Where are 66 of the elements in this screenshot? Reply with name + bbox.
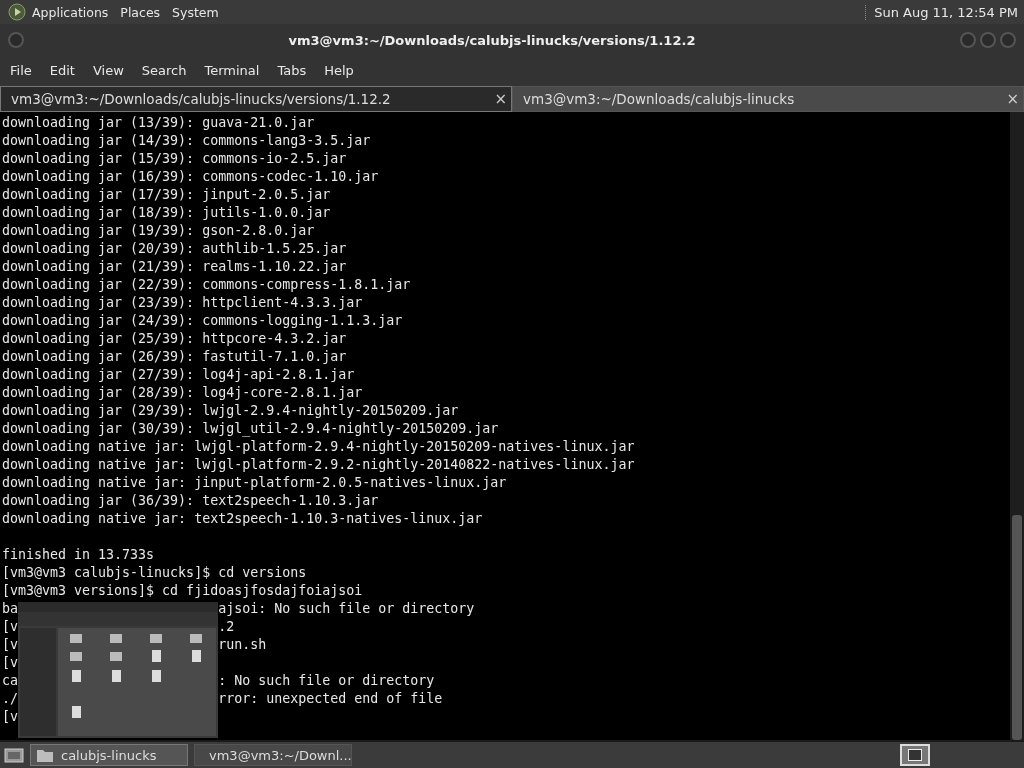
terminal-line: downloading jar (22/39): commons-compress-1.8.1.jar: [2, 276, 411, 294]
terminal-line: [vm3@vm3 versions]$ cd fjidoasjfosdajfoiajsoi: [2, 582, 363, 600]
terminal-line: rror: unexpected end of file: [218, 690, 443, 708]
terminal-line: downloading native jar: lwjgl-platform-2.9.2-nightly-20140822-natives-linux.jar: [2, 456, 635, 474]
terminal-line: downloading jar (25/39): httpcore-4.3.2.jar: [2, 330, 347, 348]
clock[interactable]: Sun Aug 11, 12:54 PM: [865, 4, 1018, 20]
terminal-line: downloading jar (26/39): fastutil-7.1.0.jar: [2, 348, 347, 366]
window-menu-button[interactable]: [8, 32, 24, 48]
terminal-line: [v: [2, 618, 19, 636]
terminal-line: .2: [218, 618, 235, 636]
menu-item[interactable]: View: [86, 62, 130, 78]
menu-item[interactable]: File: [4, 62, 38, 78]
menu-item[interactable]: Search: [135, 62, 193, 78]
panel-menu[interactable]: System: [172, 4, 219, 20]
terminal-line: downloading native jar: lwjgl-platform-2.9.4-nightly-20150209-natives-linux.jar: [2, 438, 635, 456]
terminal-line: downloading jar (14/39): commons-lang3-3.5.jar: [2, 132, 371, 150]
terminal-line: downloading jar (30/39): lwjgl_util-2.9.4-nightly-20150209.jar: [2, 420, 499, 438]
terminal-line: : No such file or directory: [218, 672, 435, 690]
terminal-line: ba: [2, 600, 19, 618]
minimize-button[interactable]: [960, 32, 976, 48]
terminal-line: downloading jar (18/39): jutils-1.0.0.jar: [2, 204, 331, 222]
maximize-button[interactable]: [980, 32, 996, 48]
taskbar-button[interactable]: calubjs-linucks: [30, 744, 188, 766]
terminal-line: ca: [2, 672, 19, 690]
terminal-line: downloading jar (24/39): commons-logging-1.1.3.jar: [2, 312, 403, 330]
scrollbar-thumb[interactable]: [1012, 515, 1022, 740]
terminal-line: finished in 13.733s: [2, 546, 155, 564]
menu-item[interactable]: Help: [318, 62, 360, 78]
show-desktop-icon[interactable]: [4, 746, 24, 764]
terminal-line: ./: [2, 690, 19, 708]
terminal-line: [v: [2, 636, 19, 654]
terminal-line: downloading jar (27/39): log4j-api-2.8.1.jar: [2, 366, 355, 384]
tab-close-button[interactable]: ×: [1006, 90, 1019, 108]
scrollbar[interactable]: [1010, 112, 1024, 740]
terminal-line: downloading jar (28/39): log4j-core-2.8.1.jar: [2, 384, 363, 402]
taskbar-button[interactable]: vm3@vm3:~/Downl...: [194, 744, 352, 766]
terminal-line: downloading jar (16/39): commons-codec-1.10.jar: [2, 168, 379, 186]
panel-menu[interactable]: Places: [120, 4, 161, 20]
close-button[interactable]: [1000, 32, 1016, 48]
terminal-line: downloading jar (36/39): text2speech-1.10.3.jar: [2, 492, 379, 510]
terminal-line: downloading jar (19/39): gson-2.8.0.jar: [2, 222, 315, 240]
panel-menu[interactable]: Applications: [32, 4, 109, 20]
terminal-line: downloading native jar: jinput-platform-2.0.5-natives-linux.jar: [2, 474, 507, 492]
terminal-tab[interactable]: vm3@vm3:~/Downloads/calubjs-linucks/versions/1.12.2 ×: [0, 86, 512, 112]
terminal-line: [vm3@vm3 calubjs-linucks]$ cd versions: [2, 564, 307, 582]
terminal-line: downloading jar (13/39): guava-21.0.jar: [2, 114, 315, 132]
terminal-line: run.sh: [218, 636, 267, 654]
workspace-switcher[interactable]: [900, 744, 930, 766]
terminal-line: downloading native jar: text2speech-1.10.3-natives-linux.jar: [2, 510, 483, 528]
terminal-tab[interactable]: vm3@vm3:~/Downloads/calubjs-linucks ×: [512, 86, 1024, 112]
tab-close-button[interactable]: ×: [494, 90, 507, 108]
terminal-line: downloading jar (29/39): lwjgl-2.9.4-nightly-20150209.jar: [2, 402, 459, 420]
terminal-line: downloading jar (17/39): jinput-2.0.5.jar: [2, 186, 331, 204]
logo-icon[interactable]: [8, 3, 26, 21]
terminal-line: downloading jar (20/39): authlib-1.5.25.jar: [2, 240, 347, 258]
terminal-line: [v: [2, 654, 19, 672]
menu-item[interactable]: Terminal: [198, 62, 266, 78]
window-title: vm3@vm3:~/Downloads/calubjs-linucks/versions/1.12.2: [287, 32, 697, 48]
menu-item[interactable]: Tabs: [271, 62, 313, 78]
terminal-line: ajsoi: No such file or directory: [218, 600, 475, 618]
menu-item[interactable]: Edit: [43, 62, 81, 78]
terminal-line: downloading jar (21/39): realms-1.10.22.jar: [2, 258, 347, 276]
terminal-line: [v: [2, 708, 19, 726]
folder-icon: [37, 748, 53, 762]
terminal-line: downloading jar (23/39): httpclient-4.3.3.jar: [2, 294, 363, 312]
terminal-line: downloading jar (15/39): commons-io-2.5.jar: [2, 150, 347, 168]
